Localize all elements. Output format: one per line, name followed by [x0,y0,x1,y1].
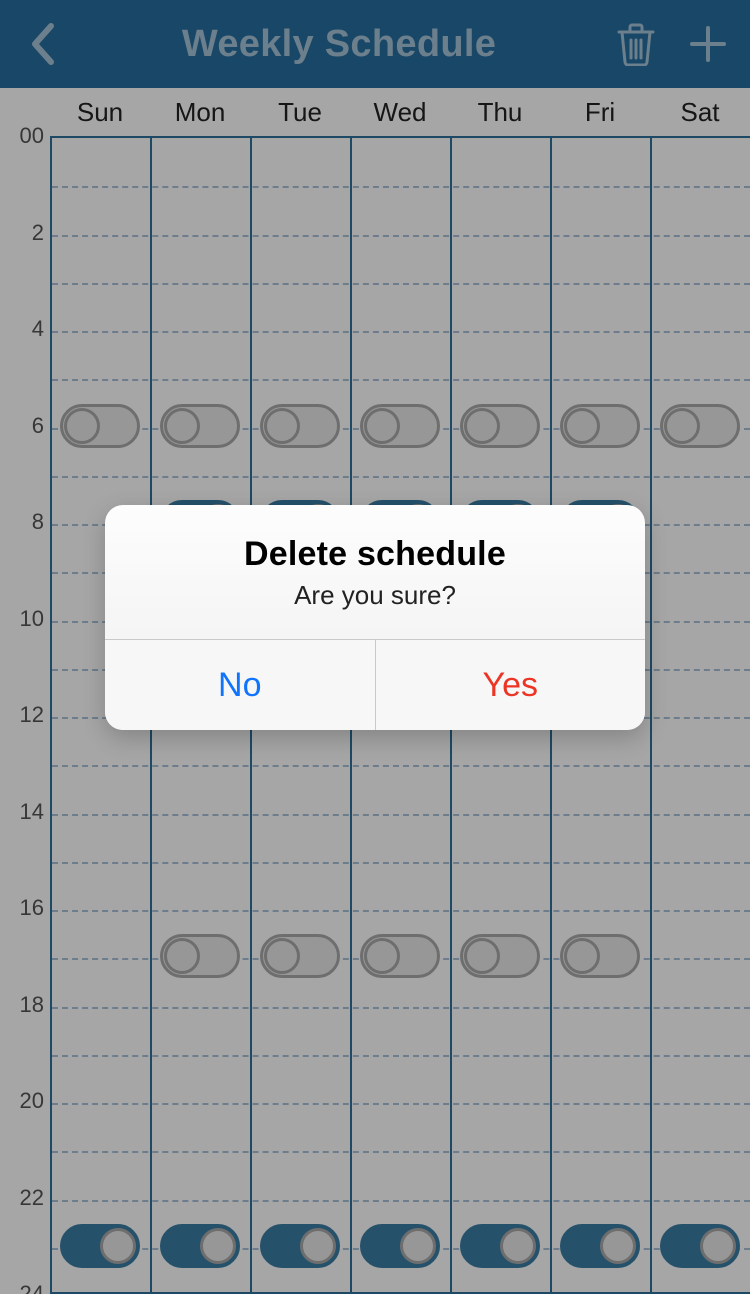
modal-title: Delete schedule [125,535,625,574]
modal-subtitle: Are you sure? [125,580,625,611]
modal-yes-button[interactable]: Yes [375,640,646,730]
modal-no-button[interactable]: No [105,640,375,730]
delete-confirm-modal: Delete schedule Are you sure? No Yes [105,505,645,730]
